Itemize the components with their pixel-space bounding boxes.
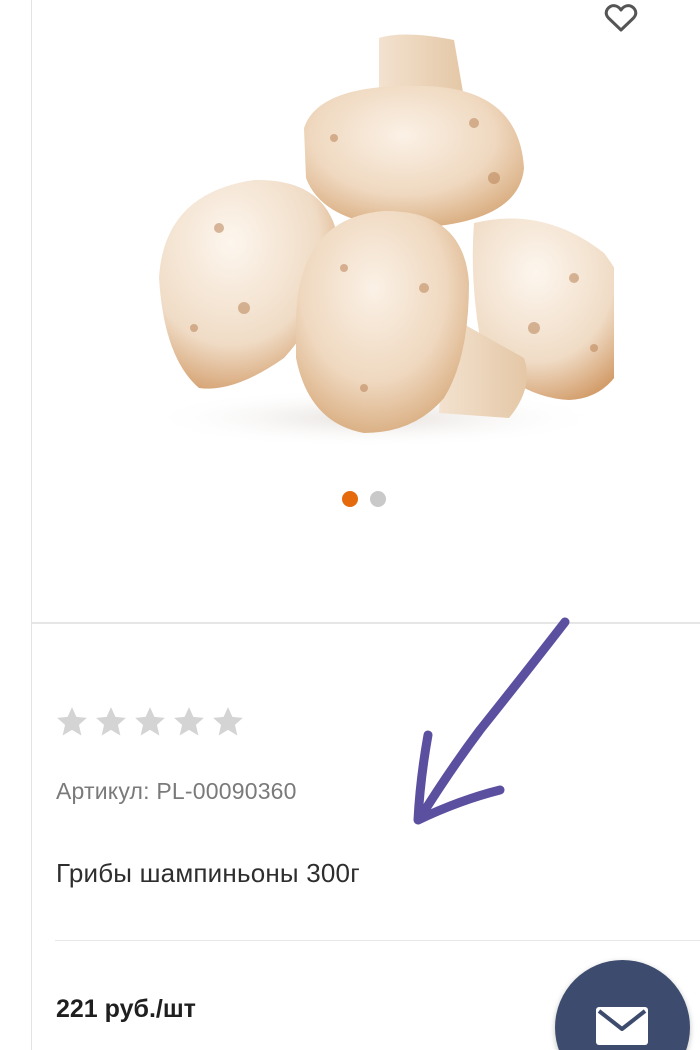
gallery-dot-1[interactable]	[342, 491, 358, 507]
star-icon[interactable]	[133, 705, 167, 739]
product-price: 221 руб./шт	[56, 995, 196, 1023]
product-sku: Артикул: PL-00090360	[56, 778, 297, 805]
gallery-dot-2[interactable]	[370, 491, 386, 507]
heart-outline-icon[interactable]	[604, 3, 638, 33]
mail-icon	[596, 1007, 648, 1045]
divider	[55, 940, 700, 941]
gallery-divider	[32, 622, 700, 624]
star-icon[interactable]	[94, 705, 128, 739]
sku-value: PL-00090360	[156, 778, 297, 804]
star-icon[interactable]	[211, 705, 245, 739]
product-rating[interactable]	[55, 705, 245, 739]
product-card: Артикул: PL-00090360 Грибы шампиньоны 30…	[31, 0, 700, 1050]
sku-label: Артикул:	[56, 778, 150, 804]
product-gallery[interactable]	[32, 0, 700, 623]
gallery-pagination	[342, 491, 386, 507]
star-icon[interactable]	[172, 705, 206, 739]
product-image	[144, 34, 614, 448]
product-title: Грибы шампиньоны 300г	[56, 858, 360, 888]
star-icon[interactable]	[55, 705, 89, 739]
